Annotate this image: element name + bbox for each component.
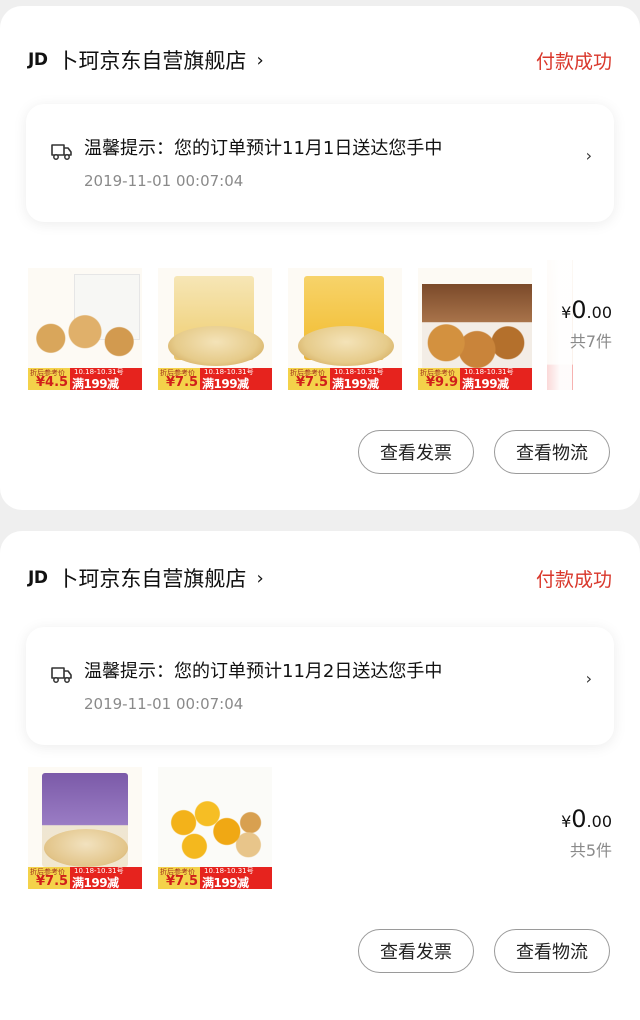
promo-text: 满199减100 — [332, 377, 379, 390]
promo-strip: 折后参考价 ¥7.5 10.18-10.31号 满199减100 — [158, 368, 272, 390]
notice-text: 温馨提示：您的订单预计11月2日送达您手中 — [84, 661, 443, 682]
product-thumbnail[interactable]: 折后参考价 ¥7.5 10.18-10.31号 满199减100 — [158, 268, 272, 390]
item-count: 共5件 — [569, 841, 612, 860]
pastry-image — [168, 326, 264, 366]
cookie-image — [28, 302, 142, 368]
order-status: 付款成功 — [535, 568, 612, 591]
chevron-right-icon[interactable]: › — [256, 50, 263, 71]
product-thumbnail[interactable]: 折后参考价 ¥7.5 10.18-10.31号 满199减100 — [158, 767, 272, 889]
order-card: JD 卜珂京东自营旗舰店 › 付款成功 温馨提示：您的订单预计11月1日送达您手… — [0, 6, 640, 510]
product-thumbnail[interactable]: 折后参考价 ¥7.5 10.18-10.31号 满199减100 — [28, 767, 142, 889]
promo-strip: 折后参考价 ¥9.9 10.18-10.31号 满199减100 — [418, 368, 532, 390]
store-header[interactable]: JD 卜珂京东自营旗舰店 › 付款成功 — [28, 560, 612, 596]
product-thumbnail[interactable]: 折后参考价 ¥4.5 10.18-10.31号 满199减100 — [28, 268, 142, 390]
jd-logo: JD — [28, 568, 48, 588]
ref-price: ¥7.5 — [296, 375, 329, 390]
promo-strip: 折后参考价 ¥7.5 10.18-10.31号 满199减100 — [158, 867, 272, 889]
order-total: ¥0.00 — [561, 805, 612, 833]
promo-text: 满199减100 — [72, 377, 119, 390]
view-invoice-button[interactable]: 查看发票 — [358, 430, 474, 474]
puff-image — [162, 793, 270, 867]
product-thumbnail[interactable]: 折后参考价 ¥9.9 10.18-10.31号 满199减100 — [418, 268, 532, 390]
biscuit-image — [422, 284, 532, 368]
item-count: 共7件 — [569, 332, 612, 351]
ref-price: ¥9.9 — [426, 375, 459, 390]
pastry-image — [44, 829, 128, 867]
order-summary: ¥0.00 共7件 — [561, 296, 612, 352]
ref-price: ¥7.5 — [36, 874, 69, 889]
view-invoice-button[interactable]: 查看发票 — [358, 929, 474, 973]
promo-text: 满199减100 — [462, 377, 509, 390]
chevron-right-icon[interactable]: › — [256, 568, 263, 589]
ref-price: ¥7.5 — [166, 375, 199, 390]
chevron-right-icon[interactable]: › — [586, 146, 592, 165]
product-thumbnail[interactable]: 折后参考价 ¥7.5 10.18-10.31号 满199减100 — [288, 268, 402, 390]
promo-text: 满199减100 — [72, 876, 119, 889]
order-card: JD 卜珂京东自营旗舰店 › 付款成功 温馨提示：您的订单预计11月2日送达您手… — [0, 531, 640, 1020]
chevron-right-icon[interactable]: › — [586, 669, 592, 688]
promo-strip: 折后参考价 ¥7.5 10.18-10.31号 满199减100 — [288, 368, 402, 390]
delivery-notice[interactable]: 温馨提示：您的订单预计11月1日送达您手中 2019-11-01 00:07:0… — [26, 104, 614, 222]
jd-logo: JD — [28, 50, 48, 70]
ref-price: ¥4.5 — [36, 375, 69, 390]
delivery-notice[interactable]: 温馨提示：您的订单预计11月2日送达您手中 2019-11-01 00:07:0… — [26, 627, 614, 745]
store-name[interactable]: 卜珂京东自营旗舰店 — [57, 45, 246, 75]
order-summary: ¥0.00 共5件 — [561, 805, 612, 861]
promo-strip: 折后参考价 ¥4.5 10.18-10.31号 满199减100 — [28, 368, 142, 390]
order-time: 2019-11-01 00:07:04 — [84, 695, 244, 713]
ref-price: ¥7.5 — [166, 874, 199, 889]
view-logistics-button[interactable]: 查看物流 — [494, 430, 610, 474]
truck-icon — [51, 144, 72, 160]
order-total: ¥0.00 — [561, 296, 612, 324]
truck-icon — [51, 667, 72, 683]
store-header[interactable]: JD 卜珂京东自营旗舰店 › 付款成功 — [28, 42, 612, 78]
pastry-image — [298, 326, 394, 366]
view-logistics-button[interactable]: 查看物流 — [494, 929, 610, 973]
promo-strip: 折后参考价 ¥7.5 10.18-10.31号 满199减100 — [28, 867, 142, 889]
store-name[interactable]: 卜珂京东自营旗舰店 — [57, 563, 246, 593]
notice-text: 温馨提示：您的订单预计11月1日送达您手中 — [84, 138, 443, 159]
order-status: 付款成功 — [535, 50, 612, 73]
order-time: 2019-11-01 00:07:04 — [84, 172, 244, 190]
promo-text: 满199减100 — [202, 377, 249, 390]
promo-text: 满199减100 — [202, 876, 249, 889]
